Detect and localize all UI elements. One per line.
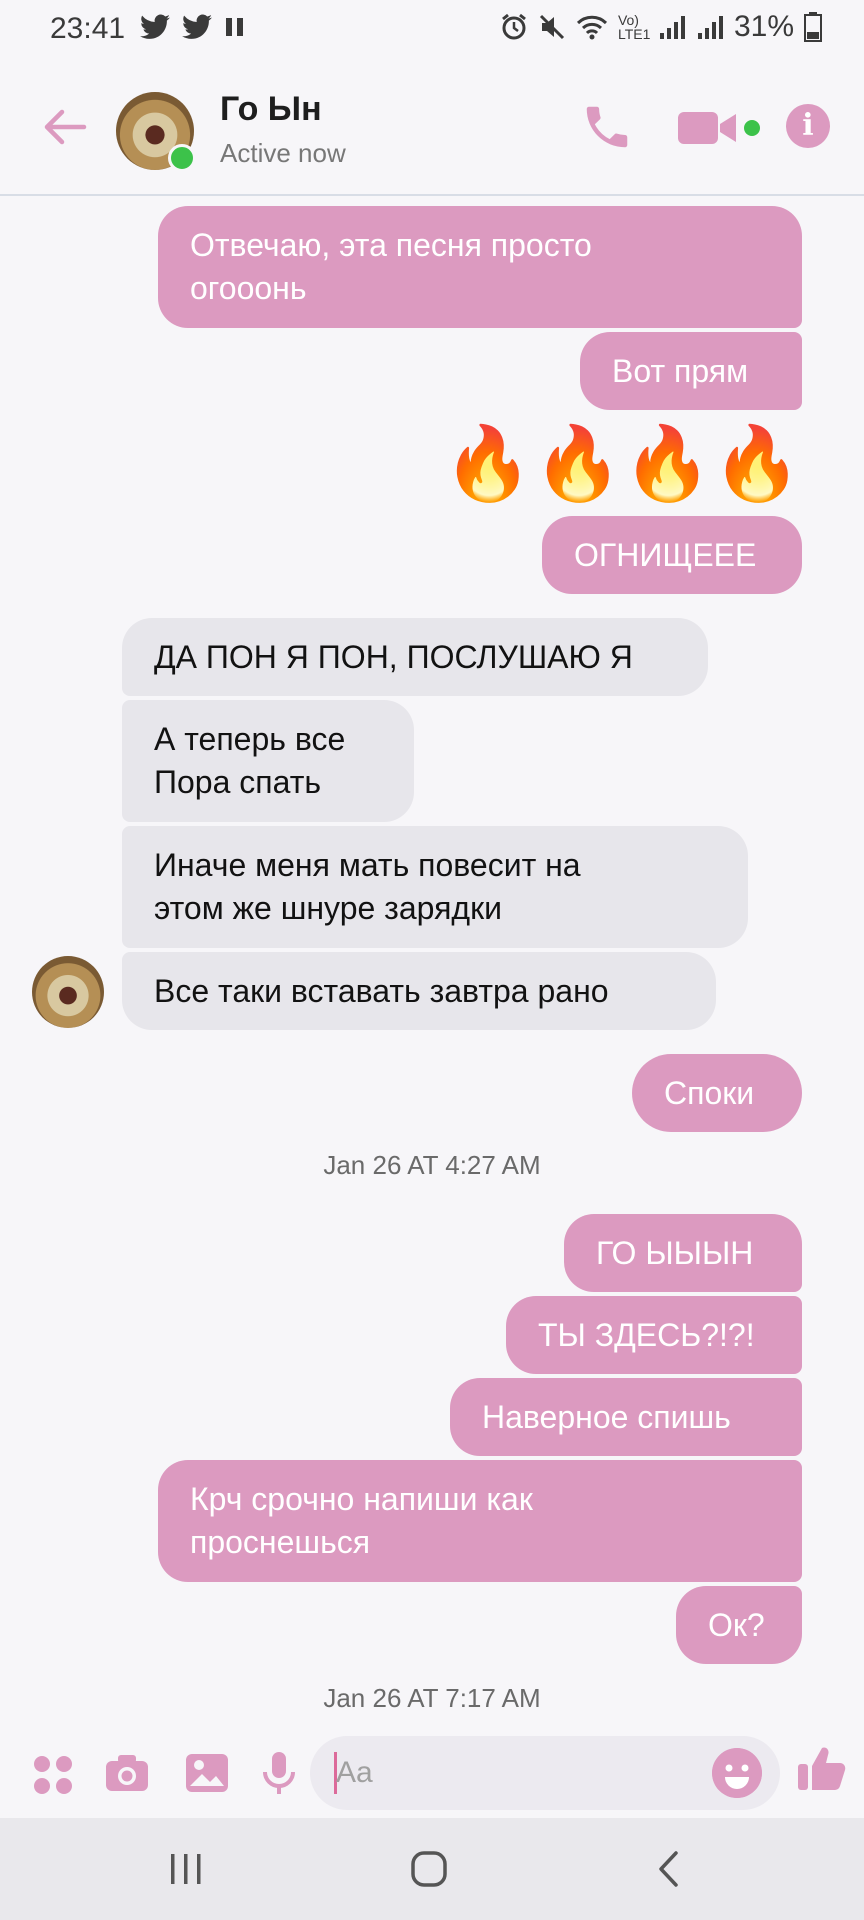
back-arrow-icon[interactable] bbox=[40, 102, 90, 152]
battery-percent: 31% bbox=[733, 10, 794, 43]
thumbs-up-icon[interactable] bbox=[796, 1742, 846, 1794]
message-input-placeholder: Aa bbox=[336, 1756, 373, 1789]
info-icon[interactable]: i bbox=[786, 104, 830, 148]
message-timestamp: Jan 26 AT 7:17 AM bbox=[323, 1683, 541, 1713]
notification-icons bbox=[140, 14, 246, 40]
recent-apps-icon[interactable] bbox=[168, 1852, 204, 1886]
system-nav-bar bbox=[0, 1818, 864, 1920]
signal-icon bbox=[697, 16, 723, 39]
video-call-icon[interactable] bbox=[676, 106, 752, 150]
sender-avatar[interactable] bbox=[32, 956, 104, 1028]
wifi-icon bbox=[576, 15, 608, 40]
contact-status: Active now bbox=[220, 138, 346, 168]
back-icon[interactable] bbox=[656, 1850, 682, 1888]
gallery-icon[interactable] bbox=[184, 1750, 230, 1796]
message-bubble-incoming[interactable]: А теперь все Пора спать bbox=[122, 700, 414, 822]
battery-icon bbox=[804, 12, 822, 42]
status-bar: 23:41 Vo) LTE1 31% bbox=[0, 0, 864, 62]
pause-icon bbox=[226, 18, 243, 36]
message-input[interactable] bbox=[310, 1736, 780, 1810]
message-bubble-outgoing[interactable]: ТЫ ЗДЕСЬ?!?! bbox=[506, 1296, 802, 1374]
message-bubble-outgoing[interactable]: Крч срочно напиши как проснешься bbox=[158, 1460, 802, 1582]
microphone-icon[interactable] bbox=[256, 1750, 302, 1796]
message-bubble-incoming[interactable]: ДА ПОН Я ПОН, ПОСЛУШАЮ Я bbox=[122, 618, 708, 696]
message-bubble-outgoing[interactable]: ГО ЫЫЫН bbox=[564, 1214, 802, 1292]
phone-icon[interactable] bbox=[580, 100, 634, 154]
apps-icon[interactable] bbox=[30, 1752, 76, 1798]
message-bubble-outgoing[interactable]: Споки bbox=[632, 1054, 802, 1132]
signal-icon bbox=[659, 16, 685, 39]
contact-name[interactable]: Го Ын bbox=[220, 90, 322, 129]
message-timestamp: Jan 26 AT 4:27 AM bbox=[323, 1150, 541, 1180]
message-bubble-incoming[interactable]: Иначе меня мать повесит на этом же шнуре… bbox=[122, 826, 748, 948]
network-label: Vo) LTE1 bbox=[617, 12, 651, 42]
camera-icon[interactable] bbox=[104, 1750, 150, 1796]
video-active-dot bbox=[744, 120, 760, 136]
message-bubble-outgoing[interactable]: ОГНИЩЕЕЕ bbox=[542, 516, 802, 594]
message-bubble-outgoing[interactable]: Вот прям bbox=[580, 332, 802, 410]
mute-icon bbox=[539, 14, 565, 40]
message-bubble-outgoing[interactable]: Ок? bbox=[676, 1586, 802, 1664]
status-right: Vo) LTE1 31% bbox=[500, 10, 822, 44]
smiley-icon[interactable] bbox=[712, 1748, 762, 1798]
message-bubble-incoming[interactable]: Все таки вставать завтра рано bbox=[122, 952, 716, 1030]
chat-header: Го Ын Active now i bbox=[0, 62, 864, 196]
message-bubble-outgoing[interactable]: Отвечаю, эта песня просто огооонь bbox=[158, 206, 802, 328]
status-time: 23:41 bbox=[50, 12, 126, 45]
twitter-icon bbox=[140, 14, 170, 39]
alarm-icon bbox=[502, 13, 526, 40]
online-indicator bbox=[168, 144, 196, 172]
twitter-icon bbox=[182, 14, 212, 39]
message-bubble-outgoing[interactable]: Наверное спишь bbox=[450, 1378, 802, 1456]
fire-emoji-message[interactable]: 🔥🔥🔥🔥 bbox=[443, 424, 802, 504]
home-icon[interactable] bbox=[410, 1850, 448, 1888]
